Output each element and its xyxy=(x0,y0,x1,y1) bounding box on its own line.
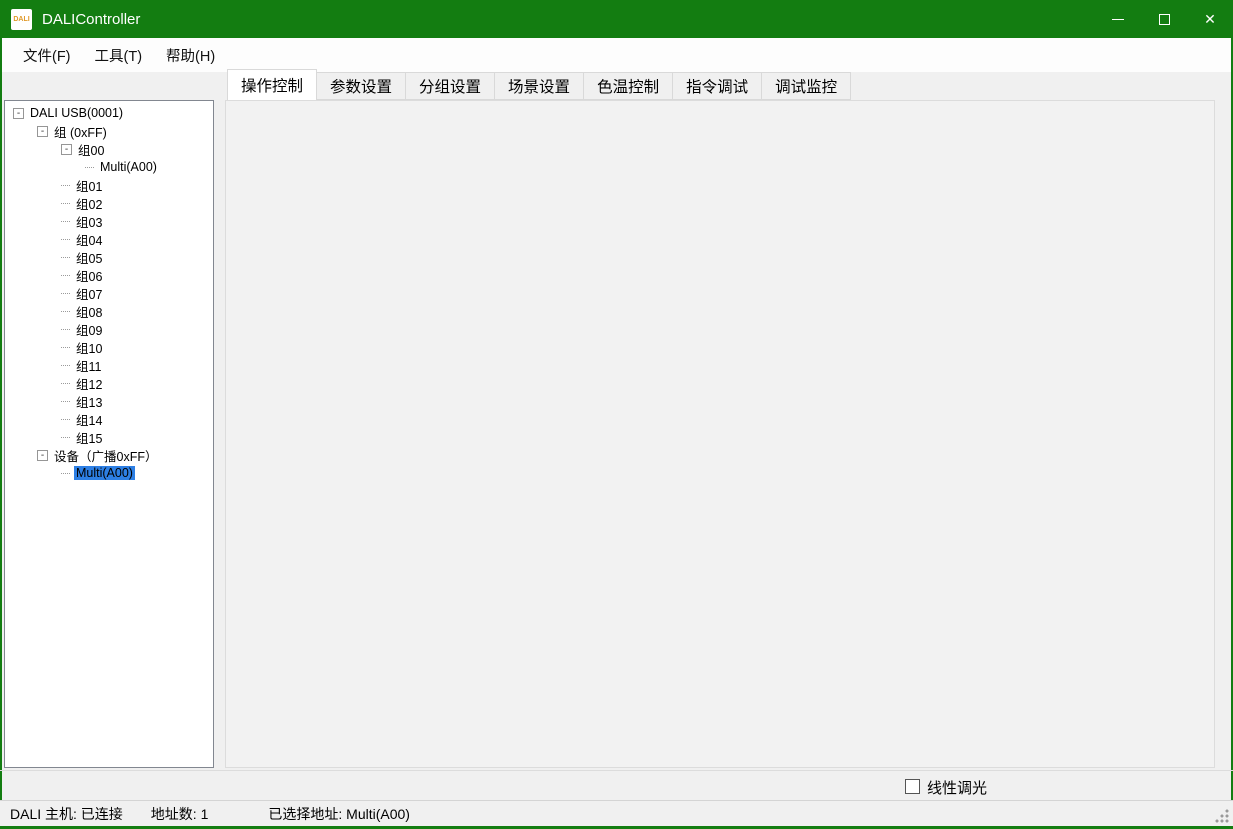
tree-item-label: 组06 xyxy=(74,266,104,285)
tree-connector xyxy=(61,203,70,204)
tree-item-label: 组09 xyxy=(74,320,104,339)
tab-strip: 操作控制参数设置分组设置场景设置色温控制指令调试调试监控 xyxy=(227,72,851,100)
tree-item[interactable]: -组 (0xFF) xyxy=(5,122,213,140)
tree-item[interactable]: 组13 xyxy=(5,392,213,410)
menu-item-2[interactable]: 帮助(H) xyxy=(154,38,227,72)
app-icon: DALI xyxy=(11,9,32,30)
divider xyxy=(0,770,1233,771)
tree-item[interactable]: 组15 xyxy=(5,428,213,446)
tab-6[interactable]: 调试监控 xyxy=(762,72,851,100)
tree-item[interactable]: 组02 xyxy=(5,194,213,212)
tree-connector xyxy=(61,275,70,276)
tree-expander-icon[interactable]: - xyxy=(37,450,48,461)
minimize-button[interactable] xyxy=(1095,0,1141,38)
tree-item-label: 组13 xyxy=(74,392,104,411)
tree-item[interactable]: 组09 xyxy=(5,320,213,338)
status-bar: DALI 主机: 已连接 地址数: 1 已选择地址: Multi(A00) xyxy=(0,800,1233,826)
tree-item-label: 组04 xyxy=(74,230,104,249)
tree-connector xyxy=(61,365,70,366)
tree-item-label: 组12 xyxy=(74,374,104,393)
tree-item[interactable]: -组00 xyxy=(5,140,213,158)
close-icon: ✕ xyxy=(1204,11,1216,28)
tree-item-label: 组05 xyxy=(74,248,104,267)
tree-item[interactable]: Multi(A00) xyxy=(5,158,213,176)
tree-item[interactable]: 组04 xyxy=(5,230,213,248)
menu-item-1[interactable]: 工具(T) xyxy=(83,38,155,72)
tree-expander-icon[interactable]: - xyxy=(61,144,72,155)
tree-item-label: 组08 xyxy=(74,302,104,321)
device-tree: -DALI USB(0001)-组 (0xFF)-组00Multi(A00)组0… xyxy=(4,100,214,768)
tree-item[interactable]: 组06 xyxy=(5,266,213,284)
tree-connector xyxy=(61,239,70,240)
maximize-button[interactable] xyxy=(1141,0,1187,38)
tree-item[interactable]: 组12 xyxy=(5,374,213,392)
window-border-left xyxy=(0,38,2,829)
resize-grip[interactable] xyxy=(1215,809,1229,823)
status-address-count: 地址数: 1 xyxy=(151,804,209,824)
tree-connector xyxy=(61,473,70,474)
tree-connector xyxy=(61,185,70,186)
tree-item-label: 组11 xyxy=(74,356,103,375)
tree-item[interactable]: 组14 xyxy=(5,410,213,428)
menu-bar: 文件(F)工具(T)帮助(H) xyxy=(0,38,1233,72)
tree-connector xyxy=(61,293,70,294)
tree-connector xyxy=(61,257,70,258)
tab-0[interactable]: 操作控制 xyxy=(227,69,317,100)
tree-connector xyxy=(61,419,70,420)
tree-item-label: 组01 xyxy=(74,176,104,195)
tab-3[interactable]: 场景设置 xyxy=(495,72,584,100)
tab-5[interactable]: 指令调试 xyxy=(673,72,762,100)
tab-page-operation-control xyxy=(225,100,1215,768)
tree-connector xyxy=(61,329,70,330)
tree-item-label: 组00 xyxy=(76,140,106,159)
tree-item-label: DALI USB(0001) xyxy=(28,106,125,120)
tree-item-label: Multi(A00) xyxy=(98,160,159,174)
tree-connector xyxy=(61,437,70,438)
tree-item[interactable]: 组05 xyxy=(5,248,213,266)
tree-connector xyxy=(61,347,70,348)
status-selected-address: 已选择地址: Multi(A00) xyxy=(268,804,410,824)
minimize-icon xyxy=(1112,19,1124,20)
tree-item-label: 设备（广播0xFF） xyxy=(52,446,159,465)
tree-item-label: Multi(A00) xyxy=(74,466,135,480)
tree-item[interactable]: 组08 xyxy=(5,302,213,320)
app-window: DALI DALIController ✕ 文件(F)工具(T)帮助(H) -D… xyxy=(0,0,1233,829)
tree-item-label: 组03 xyxy=(74,212,104,231)
tree-connector xyxy=(61,383,70,384)
tab-2[interactable]: 分组设置 xyxy=(406,72,495,100)
tab-1[interactable]: 参数设置 xyxy=(317,72,406,100)
tree-item-label: 组10 xyxy=(74,338,104,357)
tree-item[interactable]: 组01 xyxy=(5,176,213,194)
tree-expander-icon[interactable]: - xyxy=(37,126,48,137)
tree-item-label: 组02 xyxy=(74,194,104,213)
tree-item[interactable]: 组11 xyxy=(5,356,213,374)
tree-expander-icon[interactable]: - xyxy=(13,108,24,119)
maximize-icon xyxy=(1159,14,1170,25)
tree-connector xyxy=(85,167,94,168)
tree-item[interactable]: Multi(A00) xyxy=(5,464,213,482)
tree-item-label: 组15 xyxy=(74,428,104,447)
close-button[interactable]: ✕ xyxy=(1187,0,1233,38)
tree-item-label: 组07 xyxy=(74,284,104,303)
tree-item[interactable]: 组10 xyxy=(5,338,213,356)
window-title: DALIController xyxy=(42,11,1095,28)
linear-dimming-label: 线性调光 xyxy=(927,777,987,798)
tree-connector xyxy=(61,221,70,222)
linear-dimming-checkbox[interactable] xyxy=(905,779,920,794)
tree-item[interactable]: -设备（广播0xFF） xyxy=(5,446,213,464)
tree-item-label: 组 (0xFF) xyxy=(52,122,109,141)
menu-item-0[interactable]: 文件(F) xyxy=(11,38,83,72)
tree-item[interactable]: 组03 xyxy=(5,212,213,230)
title-bar: DALI DALIController ✕ xyxy=(0,0,1233,38)
tree-item-label: 组14 xyxy=(74,410,104,429)
tab-4[interactable]: 色温控制 xyxy=(584,72,673,100)
tree-connector xyxy=(61,401,70,402)
tree-item[interactable]: 组07 xyxy=(5,284,213,302)
status-host-connection: DALI 主机: 已连接 xyxy=(10,804,123,824)
tree-item[interactable]: -DALI USB(0001) xyxy=(5,104,213,122)
tree-connector xyxy=(61,311,70,312)
